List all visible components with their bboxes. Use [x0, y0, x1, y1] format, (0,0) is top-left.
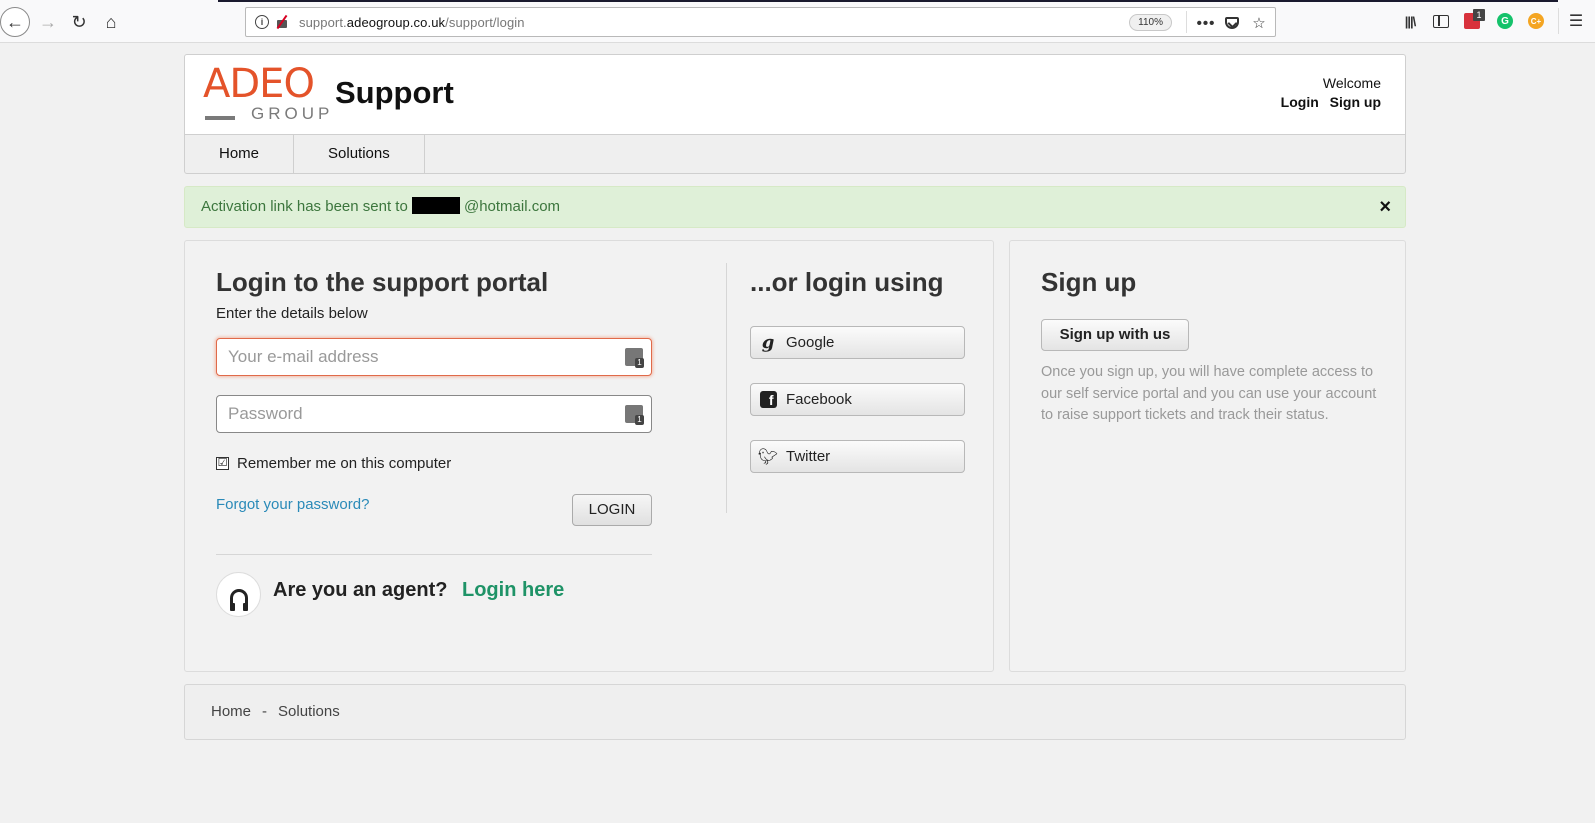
facebook-icon: f [759, 391, 777, 409]
email-input[interactable]: Your e-mail address [216, 338, 652, 376]
email-placeholder: Your e-mail address [228, 347, 379, 366]
extension-orange-icon[interactable]: C+ [1526, 11, 1546, 31]
facebook-login-button[interactable]: f Facebook [750, 383, 965, 416]
main-nav: Home Solutions [184, 134, 1406, 174]
logo-word: ADEO [203, 61, 315, 107]
footer-link-solutions[interactable]: Solutions [278, 703, 340, 720]
tab-strip-accent [218, 0, 1558, 2]
social-login-title: ...or login using [750, 267, 944, 297]
twitter-label: Twitter [786, 448, 831, 465]
browser-toolbar: ← → ↻ ⌂ i support.adeogroup.co.uk/suppor… [0, 0, 1595, 43]
twitter-login-button[interactable]: 🐦︎ Twitter [750, 440, 965, 473]
facebook-label: Facebook [786, 391, 852, 408]
login-divider [216, 554, 652, 555]
bookmark-star-icon[interactable]: ☆ [1248, 12, 1270, 34]
headset-icon [216, 572, 261, 617]
toolbar-separator [1558, 8, 1559, 34]
password-manager-icon[interactable] [625, 348, 644, 368]
login-subtitle: Enter the details below [216, 305, 368, 322]
extension-red-icon[interactable]: 1 [1462, 9, 1485, 31]
login-button[interactable]: LOGIN [572, 494, 652, 526]
alert-close-button[interactable]: × [1379, 187, 1391, 227]
footer: Home - Solutions [184, 684, 1406, 740]
header-login-link[interactable]: Login [1281, 94, 1319, 110]
google-label: Google [786, 334, 835, 351]
page-actions-icon[interactable]: ••• [1195, 12, 1217, 34]
hamburger-menu-icon[interactable]: ☰ [1566, 11, 1586, 31]
sidebar-toggle-icon[interactable] [1431, 11, 1451, 31]
agent-login-link[interactable]: Login here [462, 579, 564, 602]
login-column-divider [726, 263, 727, 513]
home-button[interactable]: ⌂ [96, 7, 126, 37]
redacted-email-block [411, 197, 460, 214]
header-signup-link[interactable]: Sign up [1330, 94, 1381, 110]
twitter-icon: 🐦︎ [757, 448, 779, 466]
remember-me-checkbox[interactable]: ☑ [216, 457, 229, 470]
back-button[interactable]: ← [0, 7, 30, 37]
signup-button[interactable]: Sign up with us [1041, 319, 1189, 351]
agent-question: Are you an agent? [273, 579, 448, 601]
alert-text-after: @hotmail.com [463, 198, 561, 215]
forgot-password-link[interactable]: Forgot your password? [216, 496, 369, 513]
signup-panel: Sign up Sign up with us Once you sign up… [1009, 240, 1406, 672]
footer-link-home[interactable]: Home [211, 703, 251, 720]
password-placeholder: Password [228, 404, 303, 423]
grammarly-extension-icon[interactable]: G [1495, 11, 1515, 31]
address-bar[interactable]: i support.adeogroup.co.uk/support/login … [245, 7, 1276, 37]
zoom-level-badge[interactable]: 110% [1129, 14, 1172, 31]
footer-separator: - [262, 703, 268, 720]
nav-item-home[interactable]: Home [185, 135, 295, 173]
activation-alert: Activation link has been sent to @hotmai… [184, 186, 1406, 228]
extension-badge: 1 [1473, 9, 1485, 21]
site-title: Support [335, 75, 454, 110]
remember-me-row[interactable]: ☑ Remember me on this computer [216, 455, 451, 472]
google-login-button[interactable]: g Google [750, 326, 965, 359]
site-header: ADEO GROUP Support Welcome Login Sign up [184, 54, 1406, 135]
reload-button[interactable]: ↻ [64, 7, 94, 37]
header-auth-links: Login Sign up [1274, 94, 1381, 110]
login-panel: Login to the support portal Enter the de… [184, 240, 994, 672]
login-title: Login to the support portal [216, 267, 549, 297]
pocket-icon[interactable] [1221, 12, 1243, 34]
insecure-connection-icon [275, 15, 289, 29]
logo-group-text: GROUP [251, 104, 334, 123]
alert-text-before: Activation link has been sent to [201, 198, 408, 215]
adeo-group-logo[interactable]: ADEO GROUP [203, 61, 329, 124]
library-icon[interactable]: |||\ [1400, 11, 1420, 31]
password-manager-icon[interactable] [625, 405, 644, 425]
google-icon: g [761, 332, 775, 353]
forward-button[interactable]: → [33, 7, 63, 37]
password-input[interactable]: Password [216, 395, 652, 433]
signup-title: Sign up [1041, 267, 1137, 297]
signup-description: Once you sign up, you will have complete… [1041, 364, 1377, 423]
welcome-text: Welcome [1322, 75, 1381, 91]
site-info-icon[interactable]: i [255, 15, 269, 29]
logo-bar [205, 116, 235, 120]
url-separator [1186, 11, 1187, 33]
nav-item-solutions[interactable]: Solutions [294, 135, 425, 173]
remember-me-label[interactable]: Remember me on this computer [237, 455, 451, 472]
url-text[interactable]: support.adeogroup.co.uk/support/login [299, 15, 525, 30]
